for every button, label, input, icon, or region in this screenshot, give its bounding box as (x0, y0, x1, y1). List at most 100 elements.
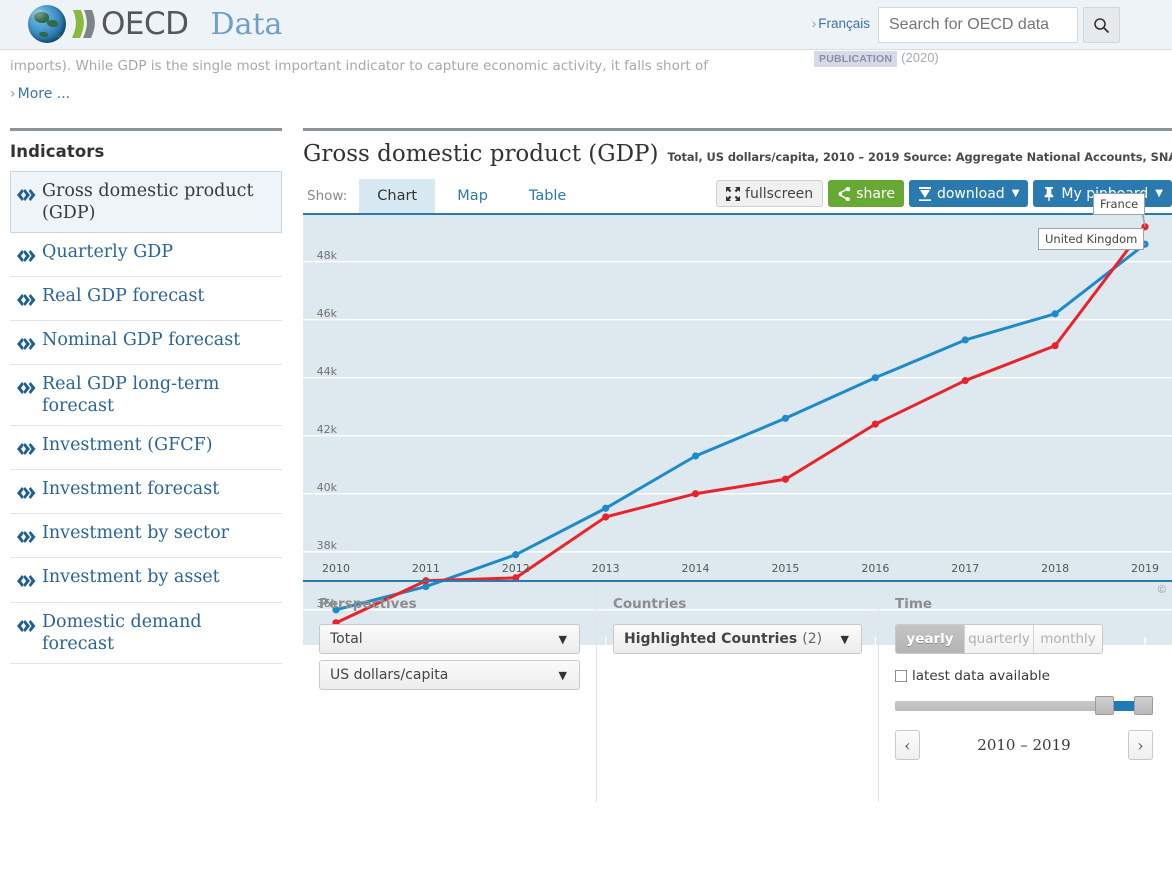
globe-icon (28, 5, 66, 43)
tab-table[interactable]: Table (510, 179, 585, 213)
select-countries-value: Highlighted Countries (624, 631, 798, 647)
time-title: Time (895, 596, 933, 612)
search-button[interactable] (1083, 7, 1120, 43)
x-axis-tick-label: 2012 (501, 562, 530, 575)
time-prev-button[interactable]: ‹ (895, 730, 920, 760)
double-arrow-icon (17, 189, 36, 201)
site-header: OECD Data › Français (0, 0, 1172, 50)
indicator-icon (17, 185, 36, 207)
slider-knob-start[interactable] (1095, 696, 1114, 715)
data-point[interactable] (1051, 310, 1059, 318)
y-axis-tick-label: 44k (316, 364, 337, 378)
publication-year: (2020) (901, 50, 939, 65)
data-point[interactable] (871, 420, 879, 428)
chevron-right-icon: › (10, 86, 16, 102)
sidebar-item-investment-forecast[interactable]: Investment forecast (10, 470, 282, 515)
x-axis-tick-label: 2019 (1131, 562, 1159, 575)
chevron-down-icon: ▼ (1155, 188, 1163, 199)
sidebar-item-label: Real GDP forecast (42, 286, 205, 307)
chevron-down-icon: ▼ (558, 668, 567, 682)
sidebar-item-investment-by-sector[interactable]: Investment by sector (10, 514, 282, 559)
sidebar-item-investment-by-asset[interactable]: Investment by asset (10, 558, 282, 603)
double-arrow-icon (17, 531, 36, 544)
latest-data-checkbox[interactable] (895, 670, 907, 682)
control-panels: Perspectives Total ▼ US dollars/capita ▼… (303, 582, 1172, 802)
data-point[interactable] (691, 452, 700, 460)
select-perspective-total[interactable]: Total ▼ (319, 624, 580, 654)
fullscreen-icon (726, 186, 741, 201)
x-axis-tick-label: 2013 (591, 562, 620, 575)
language-link-francais[interactable]: › Français (812, 16, 870, 31)
oecd-logo[interactable]: OECD Data (28, 5, 282, 43)
time-next-button[interactable]: › (1127, 730, 1153, 760)
sidebar-item-label: Investment by sector (42, 523, 229, 544)
more-link[interactable]: › More ... (10, 86, 70, 102)
time-frequency-monthly[interactable]: monthly (1034, 625, 1102, 653)
time-range-slider[interactable] (895, 696, 1153, 715)
search-input[interactable] (878, 7, 1078, 43)
sidebar-list: Gross domestic product (GDP) Quarterly GD… (10, 171, 282, 664)
time-frequency-quarterly[interactable]: quarterly (965, 625, 1034, 653)
tab-chart[interactable]: Chart (359, 179, 436, 213)
sidebar-item-real-gdp-forecast[interactable]: Real GDP forecast (10, 277, 282, 322)
y-axis-tick-label: 48k (316, 248, 337, 262)
sidebar-item-label: Nominal GDP forecast (42, 330, 241, 351)
download-button[interactable]: download ▼ (908, 180, 1029, 207)
data-point[interactable] (602, 513, 610, 521)
fullscreen-button[interactable]: fullscreen (716, 180, 824, 207)
data-point[interactable] (781, 475, 790, 483)
chevron-down-icon: ▼ (558, 632, 567, 646)
indicator-icon (17, 439, 36, 461)
x-axis-tick-label: 2015 (771, 562, 800, 575)
sidebar-item-label: Investment forecast (42, 479, 220, 500)
select-perspective-unit[interactable]: US dollars/capita ▼ (319, 660, 580, 690)
time-frequency-yearly[interactable]: yearly (896, 625, 965, 653)
chevron-down-icon: ▼ (1011, 188, 1020, 199)
data-point[interactable] (602, 504, 610, 512)
publication-badge: PUBLICATION (814, 51, 898, 67)
indicator-icon (17, 246, 36, 268)
chevron-right-icon: › (811, 16, 817, 31)
slider-knob-end[interactable] (1134, 696, 1153, 715)
x-axis-tick-label: 2016 (861, 562, 890, 575)
data-point[interactable] (781, 414, 790, 422)
indicator-icon (17, 290, 36, 312)
show-label: Show: (307, 188, 348, 204)
share-button[interactable]: share (828, 180, 904, 207)
y-axis-tick-label: 40k (316, 480, 337, 494)
latest-data-row: latest data available (895, 668, 1156, 684)
sidebar-item-gross-domestic-product-gdp[interactable]: Gross domestic product (GDP) (10, 171, 282, 234)
data-point[interactable] (961, 376, 969, 385)
sidebar-item-investment-gfcf[interactable]: Investment (GFCF) (10, 426, 282, 471)
select-perspective-total-value: Total (330, 631, 363, 647)
view-tabs: Show: Chart Map Table fullscreen share downl… (303, 179, 1172, 215)
double-arrow-icon (17, 575, 36, 588)
data-point[interactable] (961, 336, 969, 344)
sidebar-item-domestic-demand-forecast[interactable]: Domestic demand forecast (10, 603, 282, 664)
indicators-sidebar: Indicators Gross domestic product (GDP) Q… (10, 128, 282, 664)
countries-title: Countries (613, 596, 687, 612)
indicator-icon (17, 483, 36, 505)
tab-map[interactable]: Map (435, 179, 510, 213)
sidebar-item-quarterly-gdp[interactable]: Quarterly GDP (10, 233, 282, 278)
download-icon (918, 186, 931, 201)
double-arrow-icon (17, 443, 36, 456)
data-point[interactable] (871, 374, 879, 382)
main-content: Gross domestic product (GDP) Total, US d… (303, 128, 1172, 802)
data-point[interactable] (691, 490, 700, 498)
data-point[interactable] (1051, 342, 1059, 350)
double-arrow-icon (17, 294, 36, 307)
perspectives-title: Perspectives (319, 596, 417, 612)
indicator-description: imports). While GDP is the single most i… (10, 58, 709, 74)
more-link-label: More ... (17, 86, 71, 102)
sidebar-item-real-gdp-long-term-forecast[interactable]: Real GDP long-term forecast (10, 365, 282, 427)
callout-france: France (1093, 193, 1146, 215)
double-arrow-icon (17, 487, 36, 500)
indicator-icon (17, 527, 36, 549)
sidebar-item-nominal-gdp-forecast[interactable]: Nominal GDP forecast (10, 321, 282, 366)
section-title: Data (210, 6, 283, 42)
sidebar-item-label: Investment by asset (42, 567, 220, 588)
series-line-united-kingdom[interactable] (334, 242, 1147, 612)
sidebar-item-label: Gross domestic product (GDP) (42, 181, 254, 224)
select-countries[interactable]: Highlighted Countries (2) ▼ (613, 624, 862, 654)
